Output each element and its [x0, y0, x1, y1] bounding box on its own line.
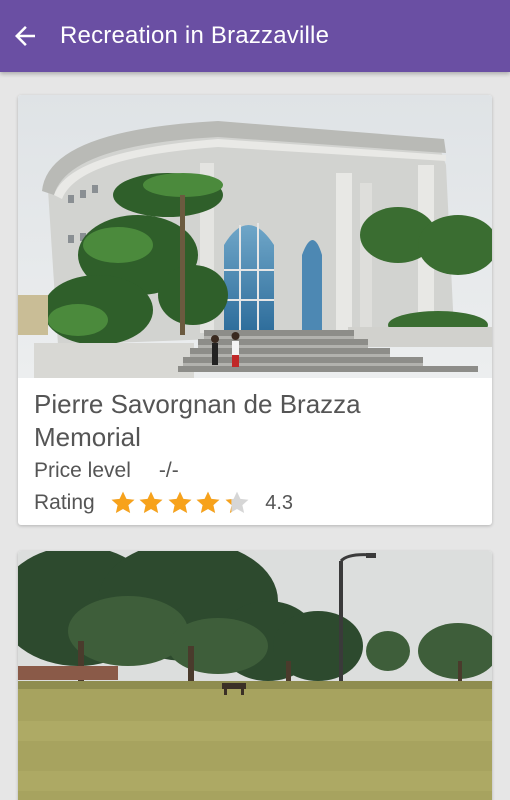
star-icon	[139, 491, 163, 514]
star-icon	[111, 491, 135, 514]
place-photo	[18, 551, 492, 800]
back-button[interactable]	[2, 13, 48, 59]
place-card[interactable]: Pierre Savorgnan de Brazza Memorial Pric…	[18, 95, 492, 525]
arrow-left-icon	[15, 26, 35, 46]
place-photo	[18, 95, 492, 378]
page-title: Recreation in Brazzaville	[60, 22, 330, 49]
place-name: Pierre Savorgnan de Brazza Memorial	[34, 389, 361, 452]
rating-value: 4.3	[265, 491, 294, 514]
star-icon	[168, 491, 192, 514]
price-row: Price level -/-	[34, 459, 179, 483]
rating-stars	[109, 489, 252, 517]
price-value: -/-	[158, 459, 179, 482]
app-bar: Recreation in Brazzaville	[0, 0, 510, 72]
rating-label: Rating	[34, 491, 95, 514]
star-icon	[225, 491, 249, 514]
star-icon	[196, 491, 220, 514]
price-label: Price level	[34, 459, 131, 482]
place-card[interactable]	[18, 551, 492, 800]
rating-row: Rating 4.3	[34, 489, 293, 517]
